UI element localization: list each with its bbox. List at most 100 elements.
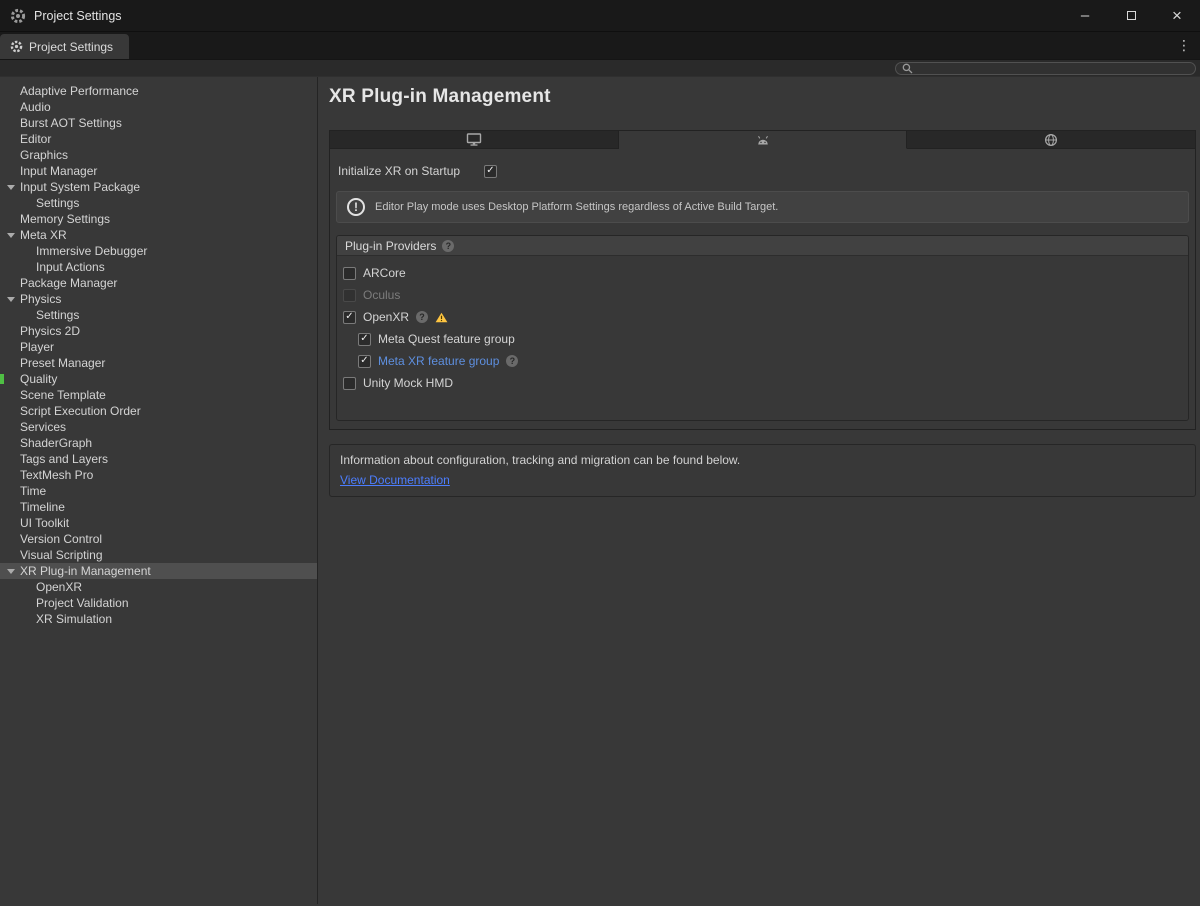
settings-sidebar: Adaptive Performance Audio Burst AOT Setti… xyxy=(0,77,318,904)
sidebar-item-preset-manager[interactable]: Preset Manager xyxy=(0,355,317,371)
sidebar-item-time[interactable]: Time xyxy=(0,483,317,499)
provider-label: Unity Mock HMD xyxy=(363,376,454,390)
help-icon[interactable] xyxy=(416,311,429,323)
sidebar-item-scene-template[interactable]: Scene Template xyxy=(0,387,317,403)
minimize-button[interactable]: – xyxy=(1062,0,1108,31)
sidebar-item-label: Visual Scripting xyxy=(20,548,103,562)
provider-label: Meta XR feature group xyxy=(378,354,500,368)
foldout-arrow-icon[interactable] xyxy=(7,233,15,238)
sidebar-item-player[interactable]: Player xyxy=(0,339,317,355)
sidebar-item-label: Memory Settings xyxy=(20,212,111,226)
sidebar-item-burst-aot-settings[interactable]: Burst AOT Settings xyxy=(0,115,317,131)
sidebar-item-input-system-package[interactable]: Input System Package xyxy=(0,179,317,195)
maximize-button[interactable] xyxy=(1108,0,1154,31)
sidebar-item-label: Adaptive Performance xyxy=(20,84,139,98)
provider-row-oculus: Oculus xyxy=(337,284,1188,306)
tab-label: Project Settings xyxy=(29,39,114,54)
foldout-arrow-icon[interactable] xyxy=(7,185,15,190)
web-platform-tab[interactable] xyxy=(907,130,1197,149)
sidebar-item-label: Version Control xyxy=(20,532,103,546)
sidebar-item-audio[interactable]: Audio xyxy=(0,99,317,115)
editor-playmode-helpbox: Editor Play mode uses Desktop Platform S… xyxy=(336,191,1189,223)
sidebar-item-package-manager[interactable]: Package Manager xyxy=(0,275,317,291)
sidebar-item-openxr[interactable]: OpenXR xyxy=(0,579,317,595)
sidebar-item-label: Project Validation xyxy=(36,596,129,610)
checkbox-meta-xr-feature-group[interactable] xyxy=(358,354,371,368)
provider-label: OpenXR xyxy=(363,310,410,324)
help-icon[interactable] xyxy=(506,355,519,367)
settings-toolbar xyxy=(0,59,1200,77)
provider-row-unity-mock-hmd[interactable]: Unity Mock HMD xyxy=(337,372,1188,394)
sidebar-item-adaptive-performance[interactable]: Adaptive Performance xyxy=(0,83,317,99)
sidebar-item-memory-settings[interactable]: Memory Settings xyxy=(0,211,317,227)
sidebar-item-label: Settings xyxy=(36,196,80,210)
checkbox-unity-mock-hmd[interactable] xyxy=(343,376,356,390)
sidebar-item-ui-toolkit[interactable]: UI Toolkit xyxy=(0,515,317,531)
sidebar-item-label: XR Simulation xyxy=(36,612,113,626)
sidebar-item-xr-plug-in-management[interactable]: XR Plug-in Management xyxy=(0,563,317,579)
provider-row-meta-quest-feature-group[interactable]: Meta Quest feature group xyxy=(337,328,1188,350)
sidebar-item-label: Quality xyxy=(20,372,58,386)
view-documentation-link[interactable]: View Documentation xyxy=(340,473,450,487)
tab-project-settings[interactable]: Project Settings xyxy=(0,34,130,59)
sidebar-item-immersive-debugger[interactable]: Immersive Debugger xyxy=(0,243,317,259)
title-bar: Project Settings – × xyxy=(0,0,1200,32)
window-controls: – × xyxy=(1062,0,1200,31)
editor-tab-bar: Project Settings ⋮ xyxy=(0,32,1200,59)
sidebar-item-label: Tags and Layers xyxy=(20,452,109,466)
sidebar-item-label: Timeline xyxy=(20,500,65,514)
desktop-platform-icon xyxy=(466,133,482,146)
sidebar-item-textmesh-pro[interactable]: TextMesh Pro xyxy=(0,467,317,483)
sidebar-item-label: UI Toolkit xyxy=(20,516,70,530)
sidebar-item-settings[interactable]: Settings xyxy=(0,195,317,211)
provider-row-openxr[interactable]: OpenXR xyxy=(337,306,1188,328)
search-field[interactable] xyxy=(895,62,1196,75)
sidebar-item-shadergraph[interactable]: ShaderGraph xyxy=(0,435,317,451)
desktop-platform-tab[interactable] xyxy=(329,130,619,149)
sidebar-item-project-validation[interactable]: Project Validation xyxy=(0,595,317,611)
xr-management-region: Initialize XR on Startup Editor Play mod… xyxy=(329,130,1197,430)
sidebar-item-physics[interactable]: Physics xyxy=(0,291,317,307)
platform-tab-body: Initialize XR on Startup Editor Play mod… xyxy=(329,149,1196,430)
checkbox-meta-quest-feature-group[interactable] xyxy=(358,332,371,346)
foldout-arrow-icon[interactable] xyxy=(7,297,15,302)
checkbox-arcore[interactable] xyxy=(343,266,356,280)
sidebar-item-label: Input Manager xyxy=(20,164,98,178)
documentation-infobox: Information about configuration, trackin… xyxy=(329,444,1196,497)
search-input[interactable] xyxy=(917,63,1189,74)
close-icon: × xyxy=(1172,5,1182,25)
sidebar-item-script-execution-order[interactable]: Script Execution Order xyxy=(0,403,317,419)
provider-row-arcore[interactable]: ARCore xyxy=(337,262,1188,284)
provider-row-meta-xr-feature-group[interactable]: Meta XR feature group xyxy=(337,350,1188,372)
sidebar-item-timeline[interactable]: Timeline xyxy=(0,499,317,515)
sidebar-item-editor[interactable]: Editor xyxy=(0,131,317,147)
android-platform-icon xyxy=(755,134,771,146)
sidebar-item-services[interactable]: Services xyxy=(0,419,317,435)
help-icon[interactable] xyxy=(442,239,455,252)
checkbox-oculus xyxy=(343,288,356,302)
checkbox-openxr[interactable] xyxy=(343,310,356,324)
sidebar-item-settings[interactable]: Settings xyxy=(0,307,317,323)
kebab-menu-icon[interactable]: ⋮ xyxy=(1177,36,1191,54)
info-icon xyxy=(347,198,365,216)
close-button[interactable]: × xyxy=(1154,0,1200,31)
sidebar-item-version-control[interactable]: Version Control xyxy=(0,531,317,547)
sidebar-item-graphics[interactable]: Graphics xyxy=(0,147,317,163)
sidebar-item-tags-and-layers[interactable]: Tags and Layers xyxy=(0,451,317,467)
sidebar-item-physics-2d[interactable]: Physics 2D xyxy=(0,323,317,339)
platform-tab-strip xyxy=(329,130,1197,149)
sidebar-item-input-actions[interactable]: Input Actions xyxy=(0,259,317,275)
sidebar-item-quality[interactable]: Quality xyxy=(0,371,317,387)
sidebar-item-input-manager[interactable]: Input Manager xyxy=(0,163,317,179)
page-title: XR Plug-in Management xyxy=(329,86,551,107)
foldout-arrow-icon[interactable] xyxy=(7,569,15,574)
sidebar-item-label: Script Execution Order xyxy=(20,404,141,418)
sidebar-item-visual-scripting[interactable]: Visual Scripting xyxy=(0,547,317,563)
minimize-icon: – xyxy=(1080,7,1090,24)
android-platform-tab[interactable] xyxy=(618,130,908,149)
initialize-xr-checkbox[interactable] xyxy=(484,164,497,178)
sidebar-item-xr-simulation[interactable]: XR Simulation xyxy=(0,611,317,627)
provider-label: Oculus xyxy=(363,288,401,302)
sidebar-item-meta-xr[interactable]: Meta XR xyxy=(0,227,317,243)
sidebar-item-label: Audio xyxy=(20,100,51,114)
